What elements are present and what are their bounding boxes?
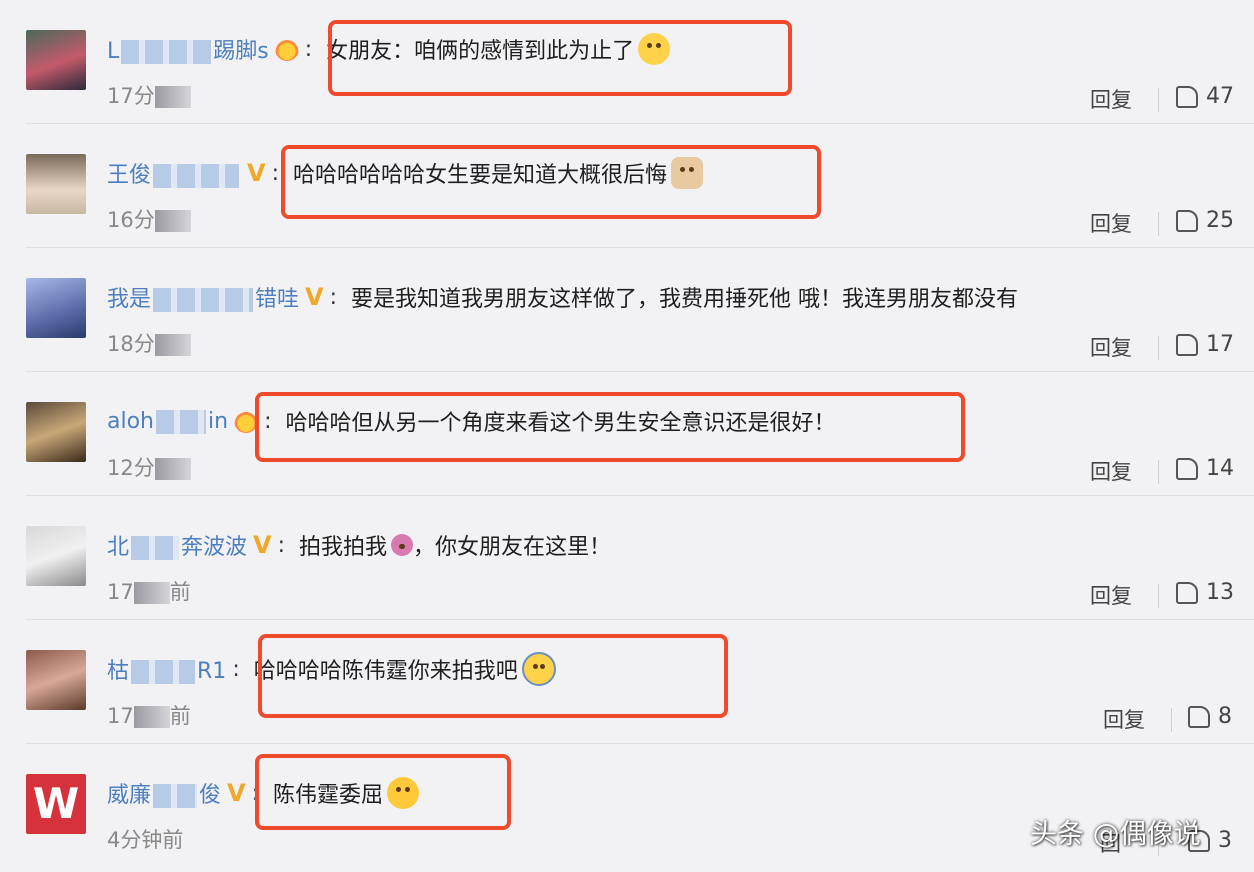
username[interactable]: L 踢脚s [107,33,269,65]
avatar[interactable]: W [26,774,86,834]
raising-hand-icon [391,534,414,556]
reply-button[interactable]: 回复 [1090,580,1132,610]
username[interactable]: aloh in [107,409,228,434]
thumbs-up-icon [1176,581,1198,604]
verified-v-icon: V [227,779,246,807]
comment-text: 要是我知道我男朋友这样做了，我费用捶死他 哦！我连男朋友都没有 [351,287,1019,312]
like-count: 17 [1206,332,1234,357]
timestamp: 12分 [107,452,191,482]
comment-row: 我是 错哇 V : 要是我知道我男朋友这样做了，我费用捶死他 哦！我连男朋友都没有… [0,248,1254,372]
avatar[interactable] [26,30,86,90]
timestamp: 17 前 [107,704,191,728]
reply-button[interactable]: 回复 [1090,208,1132,238]
like-count: 14 [1206,456,1234,481]
like-count: 25 [1206,208,1234,233]
like-button[interactable]: 17 [1176,332,1234,357]
like-button[interactable]: 8 [1188,704,1232,729]
reply-button[interactable]: 回复 [1103,704,1145,734]
username[interactable]: 北奔波波 [107,529,247,561]
timestamp: 16分 [107,204,191,234]
verified-v-icon: V [253,531,272,559]
divider [1158,460,1159,484]
divider [1158,336,1159,360]
highlight-box [258,634,728,718]
thumbs-up-icon [1176,85,1198,108]
username[interactable]: 我是 错哇 [107,281,299,313]
thumbs-up-icon [1176,209,1198,232]
timestamp: 17分 [107,80,191,110]
thumbs-up-icon [1188,705,1210,728]
like-count: 13 [1206,580,1234,605]
like-count: 8 [1218,704,1232,729]
timestamp: 4分钟前 [107,828,184,852]
like-button[interactable]: 14 [1176,456,1234,481]
thumbs-up-icon [1176,333,1198,356]
like-button[interactable]: 47 [1176,84,1234,109]
watermark: 头条 @偶像说 [1030,819,1201,850]
avatar[interactable] [26,526,86,586]
avatar[interactable] [26,278,86,338]
reply-button[interactable]: 回复 [1090,84,1132,114]
comment-row: 北奔波波 V : 拍我拍我 ，你女朋友在这里！ 17 前 回复 13 [0,496,1254,620]
verified-v-icon: V [247,159,266,187]
comment-text-after: ，你女朋友在这里！ [413,535,612,560]
highlight-box [255,392,965,462]
comment-text: 拍我拍我 [299,535,388,560]
verified-v-icon: V [305,283,324,311]
reply-button[interactable]: 回复 [1090,456,1132,486]
divider [1158,88,1159,112]
username[interactable]: 枯 R1 [107,653,226,685]
avatar[interactable] [26,402,86,462]
username[interactable]: 王俊 [107,157,241,189]
highlight-box [281,145,821,219]
highlight-box [255,754,511,830]
like-button[interactable]: 13 [1176,580,1234,605]
timestamp: 17 前 [107,580,191,604]
reply-button[interactable]: 回复 [1090,332,1132,362]
divider [1171,708,1172,732]
like-count: 3 [1218,828,1232,853]
like-count: 47 [1206,84,1234,109]
crown-badge-icon [274,37,299,61]
avatar[interactable] [26,650,86,710]
timestamp: 18分 [107,328,191,358]
comment-line: 我是 错哇 V : 要是我知道我男朋友这样做了，我费用捶死他 哦！我连男朋友都没有 [107,281,1019,313]
divider [1158,212,1159,236]
like-button[interactable]: 25 [1176,208,1234,233]
divider [1158,584,1159,608]
highlight-box [328,20,792,96]
thumbs-up-icon [1176,457,1198,480]
comment-line: 北奔波波 V : 拍我拍我 ，你女朋友在这里！ [107,529,612,561]
username[interactable]: 威廉俊 [107,777,221,809]
avatar[interactable] [26,154,86,214]
